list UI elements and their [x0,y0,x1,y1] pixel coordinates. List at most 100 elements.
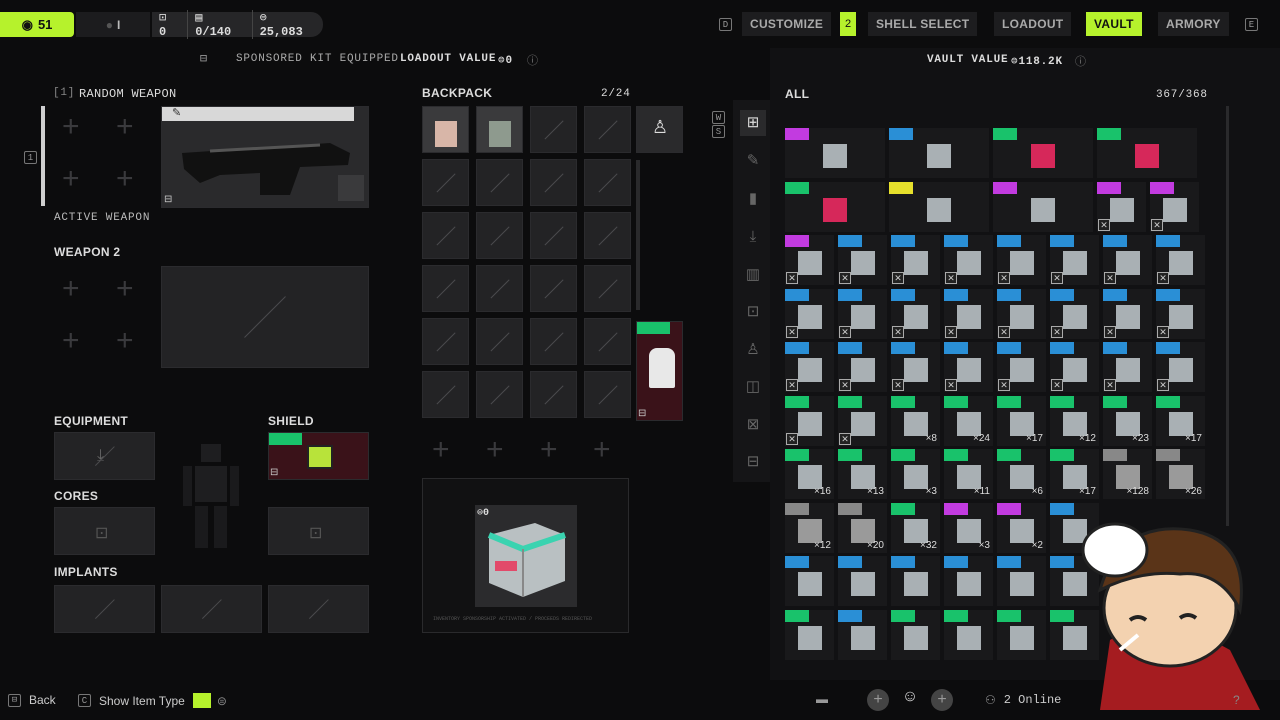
backpack-slot[interactable] [530,371,577,418]
vault-item[interactable]: ×23 [1103,395,1152,446]
backpack-slot[interactable] [584,212,631,259]
vault-item[interactable]: ×32 [891,502,940,553]
core-slot-2[interactable]: ⊡ [268,507,369,555]
show-item-type-toggle[interactable]: C Show Item Type ⊜ [78,693,227,708]
unequip-icon[interactable]: ✕ [998,272,1010,284]
vault-item[interactable] [997,609,1046,660]
vault-item[interactable]: ×2 [997,502,1046,553]
backpack-slot[interactable] [584,106,631,153]
unequip-icon[interactable]: ✕ [945,325,957,338]
vault-item[interactable] [889,181,989,232]
unequip-icon[interactable]: ✕ [1051,272,1063,284]
vault-item[interactable] [944,556,993,606]
vault-item[interactable]: ✕ [997,342,1046,392]
core-slot-1[interactable]: ⊡ [54,507,155,555]
unequip-icon[interactable]: ✕ [786,379,798,391]
vault-item[interactable]: ✕ [785,395,834,446]
vault-item[interactable]: ✕ [1156,288,1205,339]
vault-item[interactable]: ×6 [997,449,1046,499]
vault-item[interactable]: ✕ [1050,342,1099,392]
vault-item[interactable]: ✕ [944,235,993,285]
unequip-icon[interactable]: ✕ [786,325,798,338]
vault-item[interactable]: ✕ [997,288,1046,339]
vault-item[interactable]: ✕ [944,342,993,392]
vault-item[interactable]: ✕ [891,288,940,339]
unequip-icon[interactable]: ✕ [998,325,1010,338]
vault-item[interactable] [993,128,1093,178]
loadout-tab[interactable]: LOADOUT [994,12,1072,36]
materials-filter-icon[interactable]: ⊟ [740,449,766,475]
sponsor-crate-panel[interactable]: ⊜0 INVENTORY SPONSORSHIP ACTIVATED / PRO… [422,478,629,633]
vault-item[interactable] [1097,128,1197,178]
backpack-slot[interactable] [476,159,523,206]
chat-icon[interactable]: ▬ [816,692,828,706]
unequip-icon[interactable]: ✕ [945,272,957,284]
character-view-button[interactable]: ♙ [636,106,683,153]
vault-item[interactable]: ×3 [891,449,940,499]
unequip-icon[interactable]: ✕ [1104,325,1116,338]
vault-item[interactable] [997,556,1046,606]
vault-item[interactable]: ✕ [1050,288,1099,339]
unequip-icon[interactable]: ✕ [892,325,904,338]
backpack-slot[interactable] [476,371,523,418]
vault-item[interactable]: ×26 [1156,449,1205,499]
unequip-icon[interactable]: ✕ [786,432,798,445]
vault-item[interactable]: ✕ [785,342,834,392]
vault-item[interactable]: ×13 [838,449,887,499]
unequip-icon[interactable]: ✕ [892,379,904,391]
vault-item[interactable]: ✕ [838,235,887,285]
unequip-icon[interactable]: ✕ [1051,325,1063,338]
backpack-slot[interactable] [584,265,631,312]
help-icon[interactable]: ? [1233,693,1240,707]
vault-item[interactable] [891,609,940,660]
all-items-filter-icon[interactable]: ⊞ [740,110,766,136]
vault-item[interactable]: ×24 [944,395,993,446]
backpack-slot[interactable] [422,318,469,365]
cores-filter-icon[interactable]: ⊡ [740,299,766,325]
party-add-right-icon[interactable]: + [931,689,953,711]
unequip-icon[interactable]: ✕ [786,272,798,284]
vault-item[interactable] [891,556,940,606]
vault-item[interactable]: ×3 [944,502,993,553]
armory-tab[interactable]: ARMORY [1158,12,1229,36]
online-status[interactable]: ⚇ 2 Online [985,693,1061,707]
vault-item[interactable]: ✕ [838,395,887,446]
unequip-icon[interactable]: ✕ [839,325,851,338]
weapon-2-slot[interactable] [161,266,369,368]
vault-item[interactable]: ×17 [1156,395,1205,446]
backpack-slot[interactable] [584,159,631,206]
vault-item[interactable]: ×128 [1103,449,1152,499]
backpack-slot[interactable] [530,318,577,365]
unequip-icon[interactable]: ✕ [892,272,904,284]
implant-slot-2[interactable] [161,585,262,633]
implant-slot-1[interactable] [54,585,155,633]
unequip-icon[interactable]: ✕ [839,432,851,445]
consumables-filter-icon[interactable]: ▮ [740,186,766,212]
vault-item[interactable] [785,181,885,232]
unequip-icon[interactable]: ✕ [945,379,957,391]
vault-item[interactable]: ✕ [891,342,940,392]
rank-badge[interactable]: ● I [76,12,150,37]
vault-item[interactable]: ×8 [891,395,940,446]
unequip-icon[interactable]: ✕ [1104,272,1116,284]
unequip-icon[interactable]: ✕ [1151,218,1163,231]
vault-item[interactable]: ✕ [1156,235,1205,285]
shield-slot[interactable]: ⊟ [268,432,369,480]
vault-item[interactable]: ✕ [785,288,834,339]
implants-filter-icon[interactable]: ♙ [740,337,766,363]
vault-item[interactable]: ✕ [1103,288,1152,339]
backpack-slot[interactable] [530,265,577,312]
vault-item[interactable]: ×11 [944,449,993,499]
backpack-slot[interactable] [422,265,469,312]
vault-item[interactable]: ✕ [1156,342,1205,392]
backpack-slot[interactable] [530,159,577,206]
backpack-slot[interactable] [422,106,469,153]
vault-item[interactable] [785,609,834,660]
backpack-slot[interactable] [476,212,523,259]
vault-tab[interactable]: VAULT [1086,12,1142,36]
vault-item[interactable]: ×16 [785,449,834,499]
unequip-icon[interactable]: ✕ [1157,272,1169,284]
unequip-icon[interactable]: ✕ [1157,379,1169,391]
unequip-icon[interactable]: ✕ [1104,379,1116,391]
vault-item[interactable]: ×20 [838,502,887,553]
